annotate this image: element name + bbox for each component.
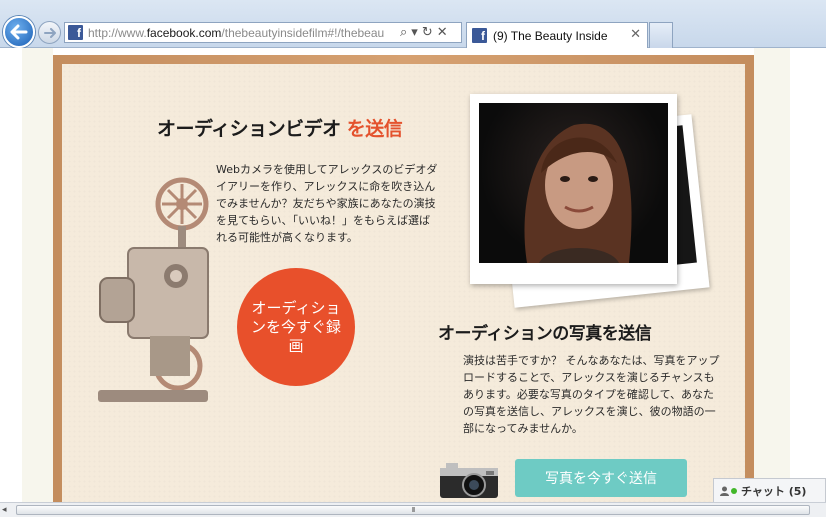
woman-portrait-image [524,123,632,263]
refresh-icon[interactable]: ↻ [422,26,433,39]
forward-arrow-icon [43,27,56,38]
photo-section-description: 演技は苦手ですか？ そんなあなたは、写真をアップロードすることで、アレックスを演… [463,354,720,435]
horizontal-scrollbar[interactable]: ◂ III [0,502,826,517]
forward-button[interactable] [38,21,61,44]
tab-active[interactable]: f (9) The Beauty Inside ✕ [466,22,648,48]
tab-close-icon[interactable]: ✕ [630,27,641,42]
address-bar[interactable]: f http://www.facebook.com/thebeautyinsid… [64,22,462,43]
stop-icon[interactable]: ✕ [437,26,448,39]
portrait-polaroid [470,94,677,284]
page-content: オーディションビデオ を送信 Webカメラを使用してアレックスのビデオダイアリー… [0,48,826,503]
url-text[interactable]: http://www.facebook.com/thebeautyinsidef… [88,26,396,40]
wooden-frame: オーディションビデオ を送信 Webカメラを使用してアレックスのビデオダイアリー… [53,55,754,503]
back-arrow-icon [10,24,28,40]
right-margin [754,48,790,503]
tab-title: (9) The Beauty Inside [493,28,608,43]
scroll-left-icon[interactable]: ◂ [2,505,7,515]
chat-tab[interactable]: チャット (5) [713,478,826,502]
left-margin [22,48,53,503]
facebook-favicon-icon: f [68,25,83,40]
dropdown-icon[interactable]: ▾ [411,26,418,39]
online-status-dot [731,487,737,494]
search-icon[interactable]: ⌕ [400,26,407,39]
photo-section-title: オーディションの写真を送信 [438,324,652,344]
scrollbar-thumb[interactable]: III [16,505,810,515]
audition-board: オーディションビデオ を送信 Webカメラを使用してアレックスのビデオダイアリー… [62,64,745,503]
user-icon [720,486,729,496]
browser-toolbar: f http://www.facebook.com/thebeautyinsid… [0,0,826,48]
chat-label: チャット (5) [741,484,807,498]
new-tab-button[interactable] [649,22,673,48]
portrait-photo [479,103,668,263]
video-section-description: Webカメラを使用してアレックスのビデオダイアリーを作り、アレックスに命を吹き込… [216,163,438,244]
record-audition-button[interactable]: オーディションを今すぐ録画 [237,268,355,386]
facebook-favicon-icon: f [472,28,487,43]
send-photo-button[interactable]: 写真を今すぐ送信 [515,459,687,497]
video-section-title: オーディションビデオ を送信 [157,118,403,140]
scrollbar-grip: III [411,505,415,514]
back-button[interactable] [3,16,35,48]
film-projector-icon [98,177,209,402]
camera-icon [440,463,498,498]
